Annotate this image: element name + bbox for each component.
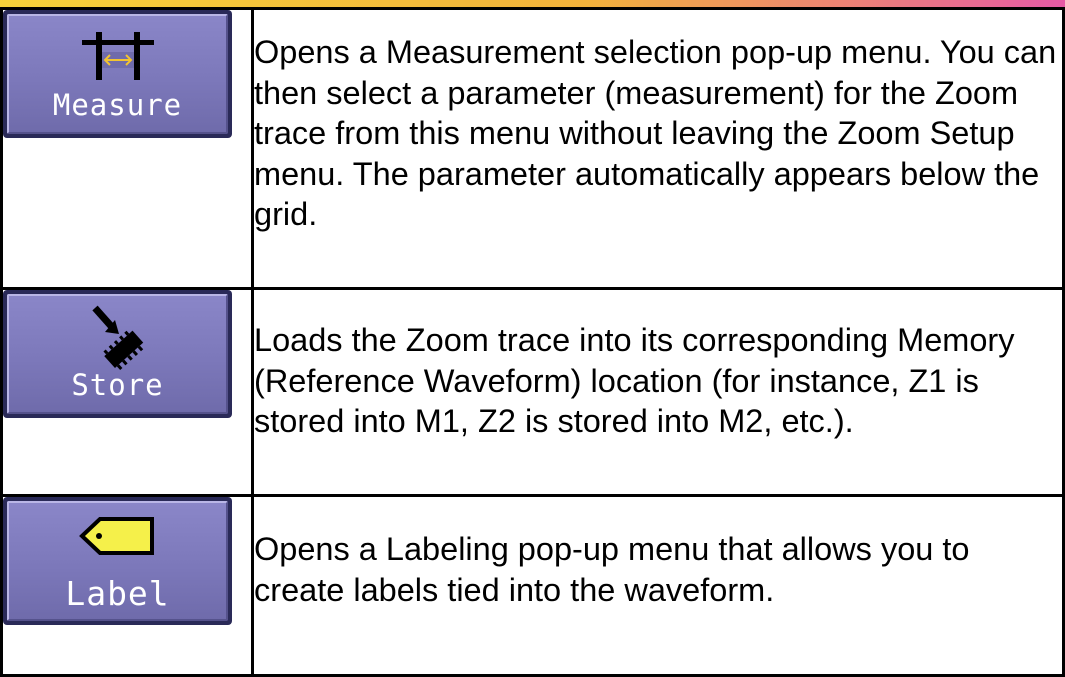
measure-button-label: Measure xyxy=(52,88,183,122)
label-tag-icon xyxy=(78,517,154,555)
table-row: Measure Opens a Measurement selection po… xyxy=(0,7,1065,290)
button-cell: Measure xyxy=(0,7,254,290)
measure-cursor-icon xyxy=(81,32,154,80)
top-color-strip xyxy=(0,0,1065,7)
button-face: Label xyxy=(7,501,228,621)
label-button[interactable]: Label xyxy=(3,497,232,625)
button-cell: Store xyxy=(0,287,254,497)
table-row: Store Loads the Zoom trace into its corr… xyxy=(0,287,1065,497)
table-row: Label Opens a Labeling pop-up menu that … xyxy=(0,494,1065,677)
label-button-label: Label xyxy=(65,574,170,613)
measure-description: Opens a Measurement selection pop-up men… xyxy=(251,7,1065,290)
button-face: Store xyxy=(7,294,228,414)
store-description: Loads the Zoom trace into its correspond… xyxy=(251,287,1065,497)
label-description: Opens a Labeling pop-up menu that allows… xyxy=(251,494,1065,677)
button-description-table: Measure Opens a Measurement selection po… xyxy=(0,7,1065,677)
measure-button[interactable]: Measure xyxy=(3,10,232,138)
button-cell: Label xyxy=(0,494,254,677)
store-button[interactable]: Store xyxy=(3,290,232,418)
store-chip-icon xyxy=(91,305,143,371)
button-face: Measure xyxy=(7,14,228,134)
store-button-label: Store xyxy=(71,368,164,402)
